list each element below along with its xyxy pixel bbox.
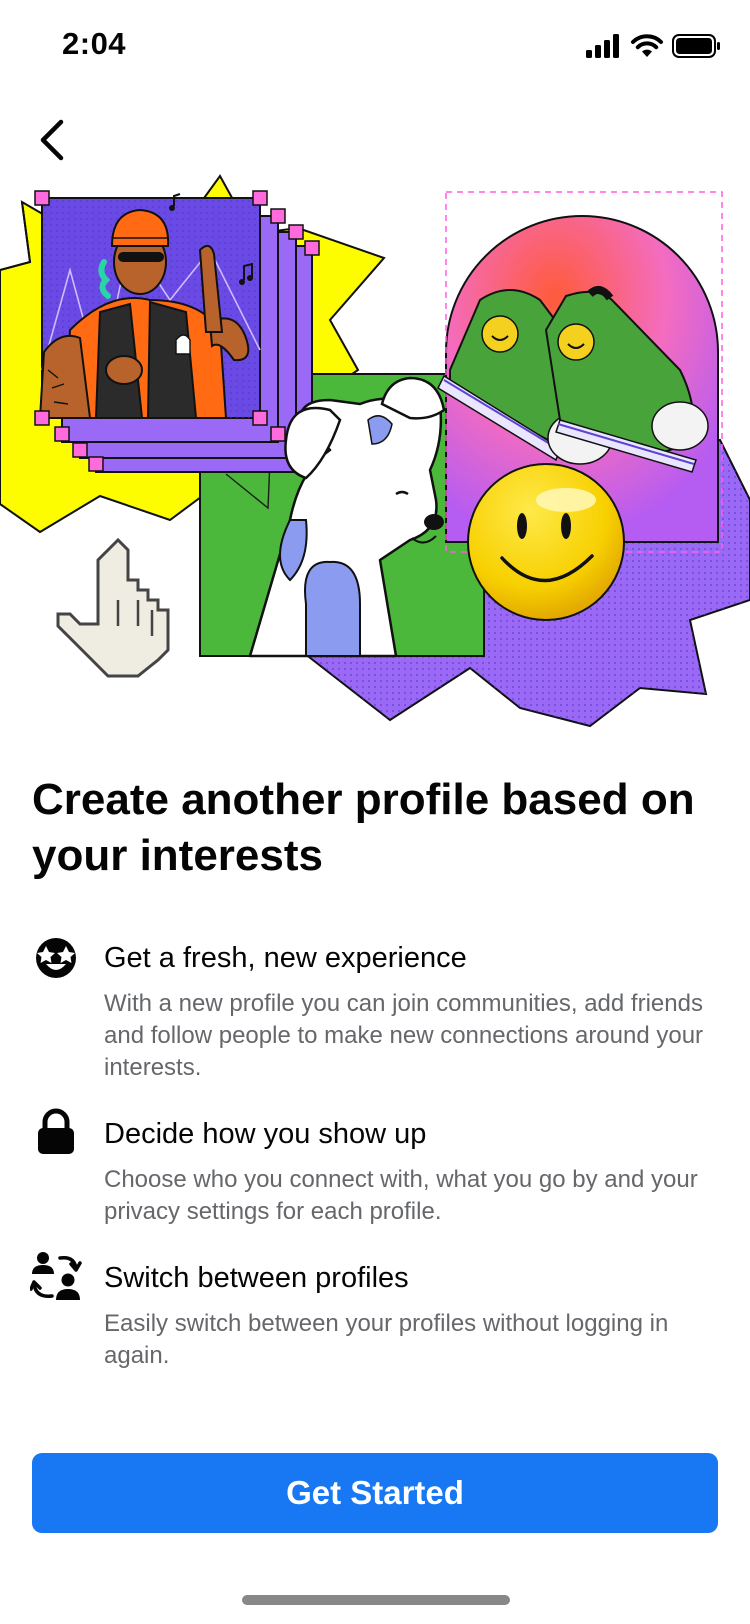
star-eyes-face-icon <box>30 930 82 982</box>
get-started-button[interactable]: Get Started <box>32 1453 718 1533</box>
status-icons <box>586 30 722 62</box>
cellular-signal-icon <box>586 34 619 58</box>
switch-profiles-icon <box>30 1250 82 1302</box>
feature-description: With a new profile you can join communit… <box>104 990 704 1081</box>
feature-title: Get a fresh, new experience <box>104 942 467 974</box>
feature-description: Easily switch between your profiles with… <box>104 1310 669 1369</box>
hero-illustration <box>0 172 750 732</box>
wifi-icon <box>631 34 663 57</box>
feature-description: Choose who you connect with, what you go… <box>104 1166 698 1225</box>
home-indicator <box>242 1595 510 1605</box>
lock-icon <box>30 1106 82 1158</box>
status-bar: 2:04 <box>0 0 750 90</box>
back-button[interactable] <box>24 108 80 172</box>
battery-icon <box>672 34 720 58</box>
feature-title: Decide how you show up <box>104 1118 427 1150</box>
status-time: 2:04 <box>62 26 127 61</box>
collage-illustration <box>0 174 750 728</box>
page-title: Create another profile based on your int… <box>32 775 695 880</box>
chevron-left-icon <box>40 119 64 161</box>
feature-title: Switch between profiles <box>104 1262 409 1294</box>
